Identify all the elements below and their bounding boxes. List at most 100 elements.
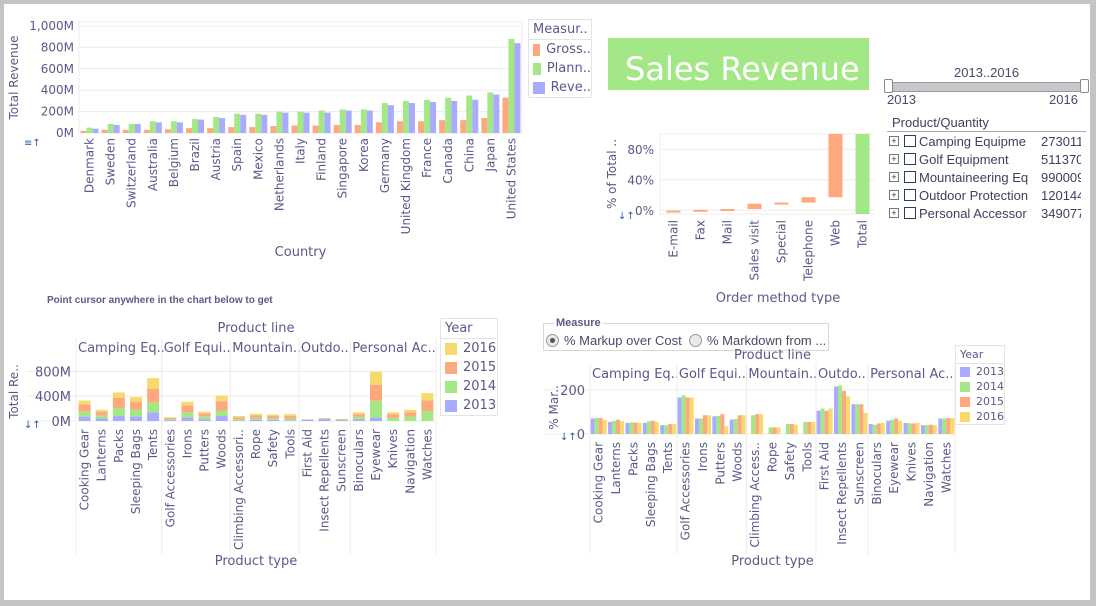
stacked-bar-segment: [352, 412, 365, 415]
slider-track[interactable]: [888, 82, 1086, 92]
bar: [339, 109, 346, 133]
x-tick-label: Korea: [357, 138, 371, 172]
slider-min-handle[interactable]: [884, 79, 893, 93]
waterfall-bar: [801, 197, 816, 203]
panel-header: Personal Ac..: [352, 341, 435, 356]
legend-swatch: [445, 380, 457, 393]
stacked-bar-segment: [421, 411, 434, 421]
bar: [846, 396, 851, 434]
y-tick-label: 800M: [41, 40, 74, 54]
row-checkbox[interactable]: [904, 135, 916, 147]
expand-icon[interactable]: +: [889, 136, 899, 146]
stacked-bar-segment: [250, 417, 262, 420]
legend-item-2013[interactable]: 2013: [441, 396, 497, 415]
legend-item-revenue[interactable]: Reve..: [529, 78, 591, 97]
revenue-by-product-chart[interactable]: Product line 0M 400M 800M Total Re.. Camping …: [4, 314, 444, 574]
legend-swatch: [445, 361, 457, 374]
waterfall-bar: [693, 209, 708, 212]
legend-item-2016[interactable]: 2016: [441, 339, 497, 358]
stacked-bar-segment: [164, 419, 177, 421]
x-tick-label: Insect Repellents: [835, 442, 849, 545]
x-tick-label: United States: [504, 138, 518, 219]
tree-row[interactable]: + Golf Equipment 511370: [887, 150, 1086, 168]
x-tick-label: Watches: [420, 429, 434, 480]
stacked-bar-segment: [284, 418, 297, 421]
bar: [946, 418, 951, 434]
sort-icon[interactable]: ↓↑: [618, 211, 635, 222]
legend-item-planned[interactable]: Plann..: [529, 59, 591, 78]
expand-icon[interactable]: +: [889, 190, 899, 200]
bar: [932, 425, 937, 434]
row-checkbox[interactable]: [904, 189, 916, 201]
legend-item-2014[interactable]: 2014: [441, 377, 497, 396]
bar: [164, 129, 171, 133]
bar: [590, 418, 595, 434]
x-tick-label: Safety: [783, 442, 797, 480]
chart-title: Product line: [218, 321, 295, 336]
stacked-bar-segment: [352, 414, 365, 417]
bar: [487, 92, 494, 133]
bar: [698, 418, 703, 434]
x-tick-label: Cooking Gear: [592, 442, 606, 523]
stacked-bar-segment: [147, 378, 160, 389]
x-tick-label: Total: [856, 220, 870, 249]
y-tick-label: 0M: [56, 126, 74, 140]
bar: [451, 100, 458, 133]
stacked-bar-segment: [250, 413, 262, 416]
bar: [928, 424, 933, 434]
x-tick-label: E-mail: [667, 220, 681, 258]
row-checkbox[interactable]: [904, 153, 916, 165]
expand-icon[interactable]: +: [889, 208, 899, 218]
stacked-bar-segment: [164, 420, 177, 421]
expand-icon[interactable]: +: [889, 172, 899, 182]
legend-item-2015[interactable]: 2015: [441, 358, 497, 377]
tree-row[interactable]: + Camping Equipme 273011: [887, 132, 1086, 150]
stacked-bar-segment: [284, 420, 297, 421]
order-method-waterfall-chart[interactable]: 0% 40% 80% % of Total .. E-mail Fax Mail Sales …: [594, 114, 874, 304]
stacked-bar-segment: [387, 412, 400, 415]
sort-icon[interactable]: ↓↑: [560, 432, 577, 443]
x-tick-label: Japan: [483, 138, 497, 172]
stacked-bar-segment: [95, 409, 108, 412]
stacked-bar-segment: [198, 416, 211, 420]
stacked-bar-segment: [404, 409, 417, 413]
legend-item-2014[interactable]: 2014: [956, 379, 1004, 394]
row-checkbox[interactable]: [904, 207, 916, 219]
bar: [134, 123, 141, 133]
bar: [924, 425, 929, 434]
bar: [712, 416, 717, 434]
bar: [903, 422, 908, 434]
stacked-bar-segment: [215, 401, 228, 411]
legend-item-2015[interactable]: 2015: [956, 394, 1004, 409]
bar: [472, 99, 479, 133]
legend-item-2016[interactable]: 2016: [956, 409, 1004, 424]
stacked-bar-segment: [250, 419, 262, 421]
stacked-bar-segment: [267, 418, 280, 420]
markup-by-product-chart[interactable]: Product line 0 200% Mar.. Camping Eq.. Cooki…: [544, 339, 964, 574]
row-checkbox[interactable]: [904, 171, 916, 183]
tree-row[interactable]: + Personal Accessor 349077: [887, 204, 1086, 222]
expand-icon[interactable]: +: [889, 154, 899, 164]
bar: [333, 124, 340, 133]
tree-row[interactable]: + Outdoor Protection 120144: [887, 186, 1086, 204]
sort-icon[interactable]: ↓↑: [24, 420, 41, 431]
sort-icon[interactable]: ≡↑: [24, 138, 41, 149]
bar: [514, 43, 521, 134]
slider-max-handle[interactable]: [1080, 79, 1089, 93]
stacked-bar-segment: [130, 409, 142, 417]
bar: [408, 103, 415, 133]
bar: [650, 420, 655, 434]
stacked-bar-segment: [112, 392, 125, 399]
legend-item-2013[interactable]: 2013: [956, 364, 1004, 379]
stacked-bar-segment: [130, 416, 142, 421]
legend-item-gross[interactable]: Gross..: [529, 40, 591, 59]
slider-max-label: 2016: [1049, 92, 1078, 107]
x-tick-label: Lanterns: [609, 442, 623, 494]
bar: [855, 404, 860, 434]
bar: [737, 415, 742, 434]
stacked-bar-segment: [267, 415, 280, 419]
revenue-by-country-chart[interactable]: 0M 200M 400M 600M 800M 1,000M Total Revenue Den…: [4, 4, 604, 274]
tree-row[interactable]: + Mountaineering Eq 990009: [887, 168, 1086, 186]
panel-header: Golf Equi..: [679, 367, 746, 382]
year-legend-stacked: Year 2016 2015 2014 2013: [440, 318, 498, 416]
